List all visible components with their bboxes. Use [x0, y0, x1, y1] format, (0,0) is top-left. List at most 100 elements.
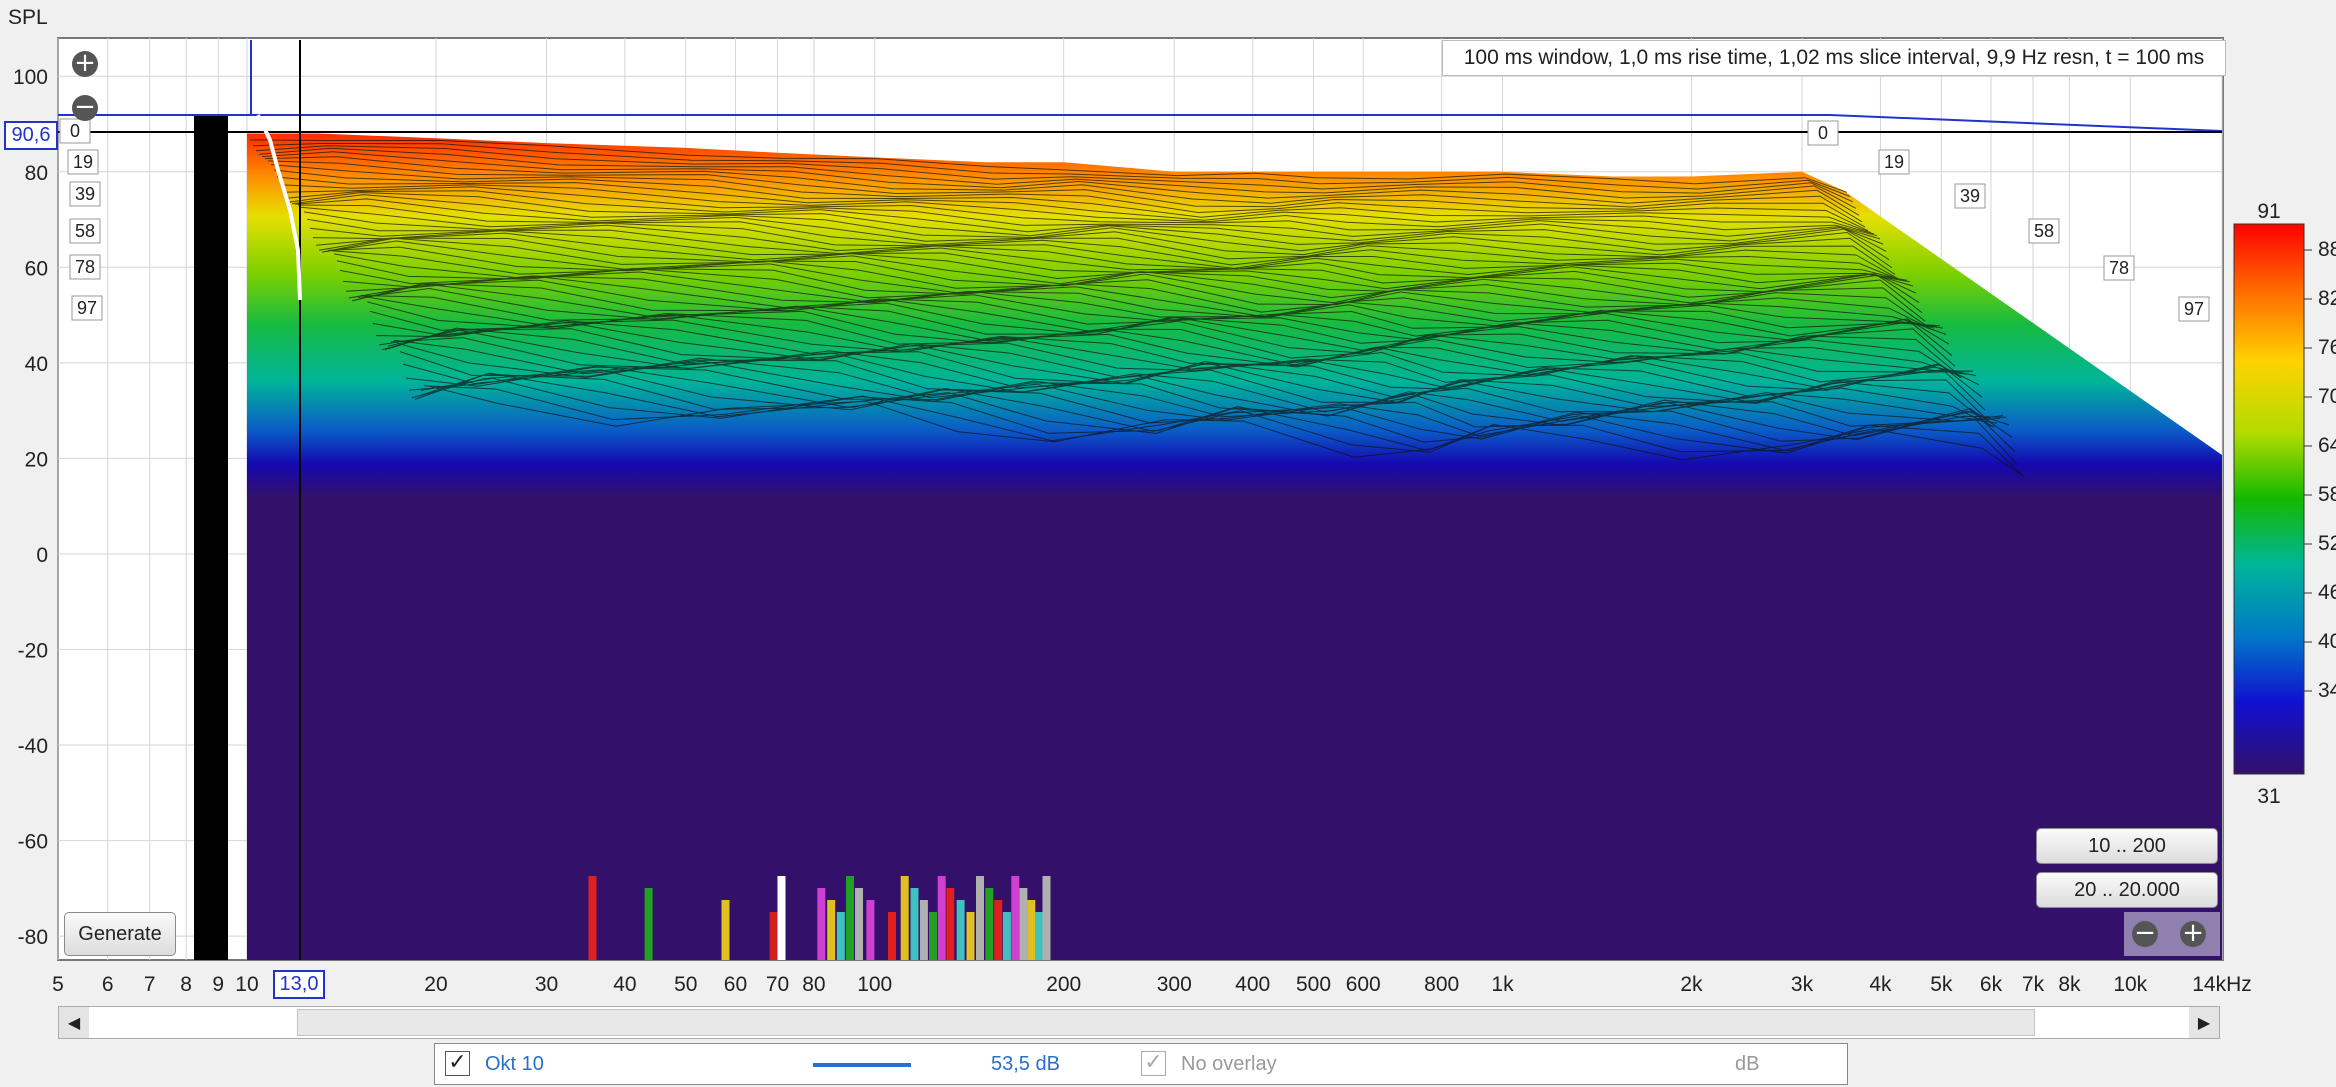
overlay-bar — [985, 888, 994, 960]
x-tick-label: 5 — [52, 973, 64, 996]
time-label-right: 78 — [2109, 258, 2129, 278]
overlay-bar — [1042, 876, 1051, 960]
waterfall-plot: 100806040200-20-40-60-805 6 7 8 9 10 20 30 40 50 6… — [13, 37, 2336, 996]
overlay-bar — [855, 888, 863, 960]
time-label-left: 19 — [73, 152, 93, 172]
x-tick-label: 80 — [802, 973, 825, 996]
overlay-bar — [777, 876, 786, 960]
overlay-bar — [1035, 912, 1043, 960]
zoom-out-icon[interactable]: − — [72, 94, 98, 121]
y-tick-label: -60 — [18, 831, 48, 854]
colorbar-tick-label: 40 — [2318, 630, 2336, 653]
trace-name[interactable]: Okt 10 — [485, 1044, 544, 1084]
x-tick-label: 30 — [535, 973, 558, 996]
overlay-unit: dB — [1735, 1053, 1760, 1075]
x-tick-label: 10k — [2113, 973, 2147, 996]
left-wall — [194, 115, 228, 960]
colorbar-tick-label: 76 — [2318, 336, 2336, 359]
zoom-panel: − + — [2124, 912, 2220, 956]
generate-button[interactable]: Generate — [64, 912, 176, 956]
zoom-out-icon[interactable]: − — [2132, 920, 2158, 947]
time-label-right: 19 — [1884, 152, 1904, 172]
trace-legend: ✓ Okt 10 53,5 dB ✓ No overlay dB — [434, 1043, 1848, 1085]
colorbar-top-label: 91 — [2257, 200, 2280, 223]
overlay-bar — [827, 900, 836, 960]
overlay-bar — [1019, 888, 1028, 960]
x-tick-label: 500 — [1296, 973, 1331, 996]
scroll-right-arrow-icon[interactable]: ▶ — [2189, 1007, 2219, 1038]
waterfall-surface — [246, 133, 2223, 960]
overlay-bar — [919, 900, 928, 960]
overlay-bar — [994, 900, 1003, 960]
x-tick-label: 70 — [766, 973, 789, 996]
y-tick-label: -20 — [18, 639, 48, 662]
colorbar-tick-label: 70 — [2318, 385, 2336, 408]
time-label-left: 78 — [75, 257, 95, 277]
freq-cursor-readout: 13,0 — [273, 970, 325, 999]
overlay-bar — [888, 912, 896, 960]
y-tick-label: -40 — [18, 735, 48, 758]
x-tick-label: 100 — [857, 973, 892, 996]
time-label-left: 97 — [77, 298, 97, 318]
x-tick-label: 40 — [613, 973, 636, 996]
y-tick-label: 20 — [25, 448, 48, 471]
x-tick-label: 800 — [1424, 973, 1459, 996]
time-label-left: 39 — [75, 184, 95, 204]
overlay-bar — [644, 888, 653, 960]
overlay-bar — [866, 900, 875, 960]
overlay-bar — [976, 876, 984, 960]
x-tick-label: 2k — [1680, 973, 1703, 996]
horizontal-scrollbar[interactable]: ◀ ▶ — [58, 1006, 2220, 1039]
overlay-bar — [836, 912, 845, 960]
x-tick-label: 400 — [1235, 973, 1270, 996]
scroll-left-arrow-icon[interactable]: ◀ — [59, 1007, 89, 1038]
range-10-200-button[interactable]: 10 .. 200 — [2036, 828, 2218, 864]
zoom-in-icon[interactable]: + — [72, 50, 98, 77]
trace-color-swatch — [813, 1063, 911, 1067]
time-label-left: 0 — [70, 121, 80, 141]
overlay-bar — [1011, 876, 1020, 960]
y-tick-label: 100 — [13, 66, 48, 89]
x-tick-label: 14kHz — [2192, 973, 2252, 996]
colorbar-tick-label: 64 — [2318, 434, 2336, 457]
x-tick-label: 6 — [102, 973, 114, 996]
x-tick-label: 9 — [212, 973, 224, 996]
overlay-bar — [910, 888, 919, 960]
x-tick-label: 5k — [1930, 973, 1953, 996]
overlay-bar — [900, 876, 909, 960]
colorbar-tick-label: 46 — [2318, 581, 2336, 604]
overlay-bar — [817, 888, 826, 960]
x-tick-label: 200 — [1046, 973, 1081, 996]
overlay-bar — [721, 900, 730, 960]
trace-checkbox[interactable]: ✓ — [445, 1051, 470, 1076]
overlay-bar — [966, 912, 975, 960]
colorbar — [2233, 223, 2305, 775]
x-tick-label: 8k — [2058, 973, 2081, 996]
zoom-in-icon[interactable]: + — [2180, 920, 2206, 947]
overlay-bar — [929, 912, 937, 960]
x-tick-label: 7 — [144, 973, 156, 996]
x-tick-label: 4k — [1869, 973, 1892, 996]
y-tick-label: 80 — [25, 162, 48, 185]
time-label-left: 58 — [75, 221, 95, 241]
x-tick-label: 3k — [1791, 973, 1814, 996]
overlay-bar — [846, 876, 854, 960]
colorbar-tick-label: 88 — [2318, 238, 2336, 261]
colorbar-bottom-label: 31 — [2257, 785, 2280, 808]
trace-value: 53,5 dB — [991, 1053, 1060, 1075]
colorbar-tick-label: 52 — [2318, 532, 2336, 555]
x-tick-label: 6k — [1980, 973, 2003, 996]
range-20-20000-button[interactable]: 20 .. 20.000 — [2036, 872, 2218, 908]
colorbar-tick-label: 82 — [2318, 287, 2336, 310]
y-axis-label: SPL — [8, 6, 48, 29]
overlay-bar — [956, 900, 965, 960]
x-tick-label: 20 — [424, 973, 447, 996]
scroll-thumb[interactable] — [297, 1009, 2035, 1036]
overlay-bar — [588, 876, 597, 960]
y-tick-label: 0 — [36, 544, 48, 567]
overlay-label[interactable]: No overlay — [1181, 1044, 1277, 1084]
overlay-bar — [946, 888, 955, 960]
time-label-right: 0 — [1818, 123, 1828, 143]
time-label-right: 39 — [1960, 186, 1980, 206]
overlay-checkbox[interactable]: ✓ — [1141, 1051, 1166, 1076]
